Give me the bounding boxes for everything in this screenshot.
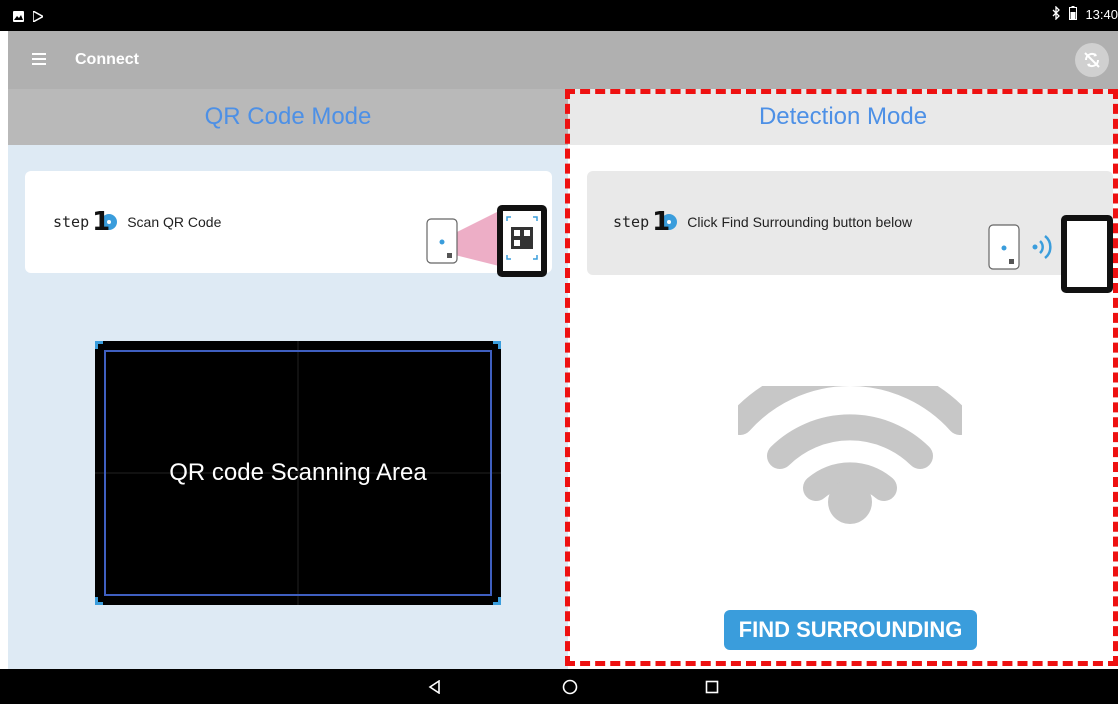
find-surrounding-button[interactable]: FIND SURROUNDING (724, 610, 977, 650)
app-bar: Connect (8, 31, 1118, 89)
detection-step-indicator: step 1 Click Find Surrounding button bel… (613, 207, 912, 237)
detect-device-illustration (987, 215, 1115, 300)
qr-step-text: Scan QR Code (127, 214, 222, 230)
home-icon[interactable] (550, 669, 590, 704)
recents-icon[interactable] (692, 669, 732, 704)
scan-area-label: QR code Scanning Area (169, 459, 427, 486)
qr-code-mode-panel: QR Code Mode step 1 Scan QR Code QR code… (8, 89, 568, 669)
qr-scanning-area[interactable]: QR code Scanning Area (95, 341, 501, 605)
detection-mode-panel: Detection Mode step 1 Click Find Surroun… (568, 89, 1118, 669)
play-store-icon (32, 9, 45, 27)
navigation-bar (0, 669, 1118, 704)
step-number: 1 (92, 207, 111, 237)
tab-qr-code-mode[interactable]: QR Code Mode (8, 89, 568, 145)
qr-step-indicator: step 1 Scan QR Code (53, 207, 221, 237)
hamburger-menu-icon[interactable] (32, 53, 46, 65)
step-word: step (613, 213, 650, 231)
back-icon[interactable] (415, 669, 455, 704)
step-word: step (53, 213, 90, 231)
scan-qr-illustration (425, 205, 551, 282)
qr-step-card: step 1 Scan QR Code (25, 171, 552, 277)
detection-step-text: Click Find Surrounding button below (687, 214, 913, 230)
image-icon (13, 9, 24, 27)
detection-step-card: step 1 Click Find Surrounding button bel… (587, 171, 1113, 293)
status-time: 13:40 (1085, 7, 1118, 22)
step-number: 1 (652, 207, 671, 237)
bluetooth-icon (1052, 5, 1061, 23)
tab-detection-mode[interactable]: Detection Mode (568, 89, 1118, 145)
sync-off-icon[interactable] (1075, 43, 1109, 77)
app-title: Connect (75, 51, 139, 68)
battery-icon (1069, 6, 1078, 23)
wifi-icon (727, 360, 973, 529)
status-bar: 13:40 (0, 0, 1118, 31)
